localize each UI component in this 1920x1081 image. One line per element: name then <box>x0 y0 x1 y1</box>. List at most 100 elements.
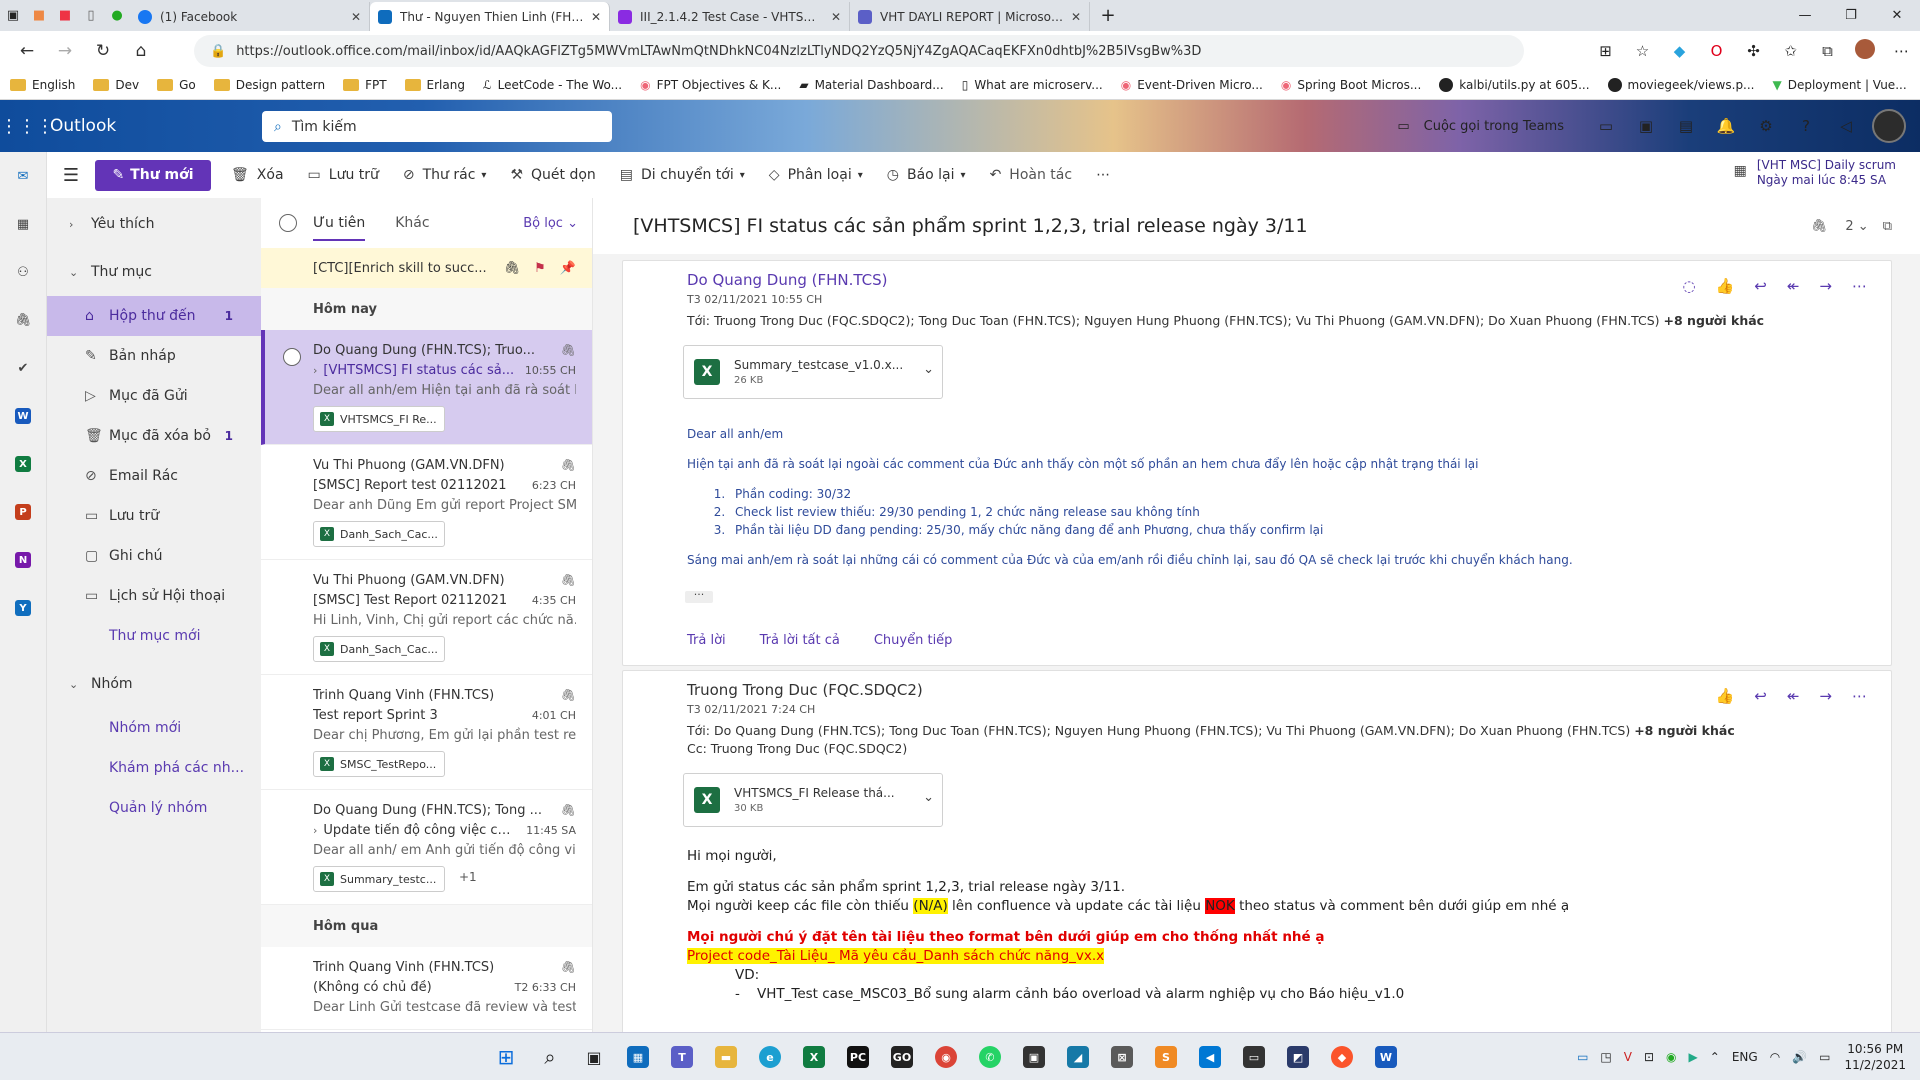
message-item[interactable]: Trinh Quang Vinh (FHN.TCS) 🖇 Test report … <box>261 675 592 790</box>
teams-call-button[interactable]: ▭ Cuộc gọi trong Teams <box>1397 119 1564 134</box>
search-input[interactable]: ⌕ Tìm kiếm <box>262 111 612 142</box>
puzzle-icon[interactable]: ✣ <box>1735 42 1772 60</box>
tray-icon[interactable]: ▭ <box>1577 1050 1588 1064</box>
like-icon[interactable]: 👍 <box>1716 277 1735 295</box>
postman-icon[interactable]: ▣ <box>1012 1037 1056 1077</box>
loop-icon[interactable]: ◌ <box>1682 277 1695 295</box>
word-icon[interactable]: W <box>0 392 46 440</box>
yammer-icon[interactable]: Y <box>0 584 46 632</box>
attachment-count[interactable]: 🖇 2 ⌄ <box>1811 219 1869 234</box>
bookmark-item[interactable]: ◉ Event-Driven Micro... <box>1121 78 1263 92</box>
new-folder-link[interactable]: Thư mục mới <box>47 616 261 656</box>
close-tab-icon[interactable]: ✕ <box>591 10 601 24</box>
flag-icon[interactable]: ⚑ <box>534 261 546 276</box>
chat-icon[interactable]: ▭ <box>1586 117 1626 135</box>
wifi-icon[interactable]: ◠ <box>1770 1050 1780 1064</box>
pinned-tab-1[interactable]: ■ <box>26 0 52 31</box>
back-icon[interactable]: ← <box>8 35 46 67</box>
forward-link[interactable]: Chuyển tiếp <box>874 633 953 648</box>
mail-icon[interactable]: ✉ <box>0 152 46 200</box>
opera-icon[interactable]: O <box>1698 42 1735 60</box>
file-attachment[interactable]: X VHTSMCS_FI Release thá... 30 KB ⌄ <box>683 773 943 827</box>
app-grid-icon[interactable]: ⊞ <box>1587 42 1624 60</box>
app-launcher-icon[interactable]: ⋮⋮⋮ <box>0 116 54 137</box>
select-checkbox[interactable] <box>283 348 301 366</box>
show-quoted-button[interactable]: ··· <box>685 589 713 603</box>
favorites-section[interactable]: › Yêu thích <box>47 200 261 248</box>
message-item[interactable]: Trinh Quang Vinh (FHN.TCS) 🖇 (Không có ch… <box>261 947 592 1030</box>
edge-icon[interactable]: e <box>748 1037 792 1077</box>
search-icon[interactable]: ⌕ <box>528 1037 572 1077</box>
filter-button[interactable]: Bộ lọc ⌄ <box>523 216 578 231</box>
excel-icon[interactable]: X <box>792 1037 836 1077</box>
battery-icon[interactable]: ▭ <box>1819 1050 1830 1064</box>
browser-tab-facebook[interactable]: (1) Facebook ✕ <box>130 2 370 31</box>
tool-icon[interactable]: ⊠ <box>1100 1037 1144 1077</box>
folder-drafts[interactable]: ✎ Bản nháp <box>47 336 261 376</box>
wireshark-icon[interactable]: ◢ <box>1056 1037 1100 1077</box>
browser-tab-outlook[interactable]: Thư - Nguyen Thien Linh (FHN.TCS)✕ <box>370 2 610 31</box>
profile-avatar[interactable] <box>1846 39 1883 63</box>
attachment-chip[interactable]: X Summary_testc... <box>313 866 445 892</box>
reply-icon[interactable]: ↩ <box>1754 277 1767 295</box>
chevron-down-icon[interactable]: ⌄ <box>923 362 934 377</box>
close-window-icon[interactable]: ✕ <box>1874 0 1920 31</box>
delete-button[interactable]: 🗑 Xóa <box>231 167 284 183</box>
calendar-icon[interactable]: ▦ <box>0 200 46 248</box>
teams-chat-icon[interactable]: T <box>660 1037 704 1077</box>
reply-all-icon[interactable]: ↞ <box>1787 277 1800 295</box>
feedback-icon[interactable]: ◁ <box>1826 117 1866 135</box>
close-tab-icon[interactable]: ✕ <box>831 10 841 24</box>
snooze-button[interactable]: ◷ Báo lại ▾ <box>887 167 966 183</box>
tray-icon[interactable]: ▶ <box>1689 1050 1698 1064</box>
excel-icon[interactable]: X <box>0 440 46 488</box>
sender-name[interactable]: Truong Trong Duc (FQC.SDQC2) <box>687 681 923 699</box>
new-tab-button[interactable]: + <box>1090 0 1126 31</box>
extension-icon[interactable]: ◆ <box>1661 42 1698 60</box>
bookmark-item[interactable]: FPT <box>343 78 387 92</box>
groups-section[interactable]: ⌄ Nhóm <box>47 660 261 708</box>
url-field[interactable]: 🔒 https://outlook.office.com/mail/inbox/i… <box>194 35 1524 67</box>
help-icon[interactable]: ? <box>1786 117 1826 135</box>
bookmark-item[interactable]: ℒ LeetCode - The Wo... <box>483 78 622 92</box>
tray-icon[interactable]: ⊡ <box>1644 1050 1654 1064</box>
sublime-icon[interactable]: S <box>1144 1037 1188 1077</box>
todo-icon[interactable]: ✔ <box>0 344 46 392</box>
powerpoint-icon[interactable]: P <box>0 488 46 536</box>
minimize-icon[interactable]: — <box>1782 0 1828 31</box>
close-tab-icon[interactable]: ✕ <box>351 10 361 24</box>
new-group-link[interactable]: Nhóm mới <box>47 708 261 748</box>
favorites-icon[interactable]: ✩ <box>1772 42 1809 60</box>
start-icon[interactable]: ⊞ <box>484 1037 528 1077</box>
bookmark-item[interactable]: moviegeek/views.p... <box>1607 78 1755 92</box>
folder-notes[interactable]: ▢ Ghi chú <box>47 536 261 576</box>
like-icon[interactable]: 👍 <box>1716 687 1735 705</box>
chevron-down-icon[interactable]: ⌄ <box>923 790 934 805</box>
task-view-icon[interactable]: ▣ <box>572 1037 616 1077</box>
forward-icon[interactable]: → <box>1819 687 1832 705</box>
archive-button[interactable]: ▭ Lưu trữ <box>308 167 379 183</box>
select-all-checkbox[interactable] <box>279 214 297 232</box>
pycharm-icon[interactable]: PC <box>836 1037 880 1077</box>
upcoming-reminder[interactable]: ▦ [VHT MSC] Daily scrum Ngày mai lúc 8:45 … <box>1734 158 1896 188</box>
attachment-chip[interactable]: X SMSC_TestRepo... <box>313 751 445 777</box>
pinned-message[interactable]: [CTC][Enrich skill to succ... 🖇 ⚑ 📌 <box>261 248 592 288</box>
pin-icon[interactable]: 📌 <box>560 261 576 276</box>
popout-icon[interactable]: ⧉ <box>1883 219 1892 234</box>
tab-other[interactable]: Khác <box>395 215 429 231</box>
tray-icon[interactable]: V <box>1624 1050 1632 1064</box>
bookmark-item[interactable]: English <box>10 78 75 92</box>
outlook-brand[interactable]: Outlook <box>50 116 258 136</box>
message-item[interactable]: Vu Thi Phuong (GAM.VN.DFN) 🖇 [SMSC] Repor… <box>261 445 592 560</box>
undo-button[interactable]: ↶ Hoàn tác <box>990 167 1073 183</box>
attachment-chip[interactable]: X Danh_Sach_Cac... <box>313 521 445 547</box>
app-icon[interactable]: ◩ <box>1276 1037 1320 1077</box>
new-mail-button[interactable]: ✎ Thư mới <box>95 159 211 191</box>
browser-tab-teams[interactable]: VHT DAYLI REPORT | Microsoft Teams✕ <box>850 2 1090 31</box>
folder-archive[interactable]: ▭ Lưu trữ <box>47 496 261 536</box>
reply-all-icon[interactable]: ↞ <box>1787 687 1800 705</box>
calendar-check-icon[interactable]: ▤ <box>1666 117 1706 135</box>
file-attachment[interactable]: X Summary_testcase_v1.0.x... 26 KB ⌄ <box>683 345 943 399</box>
chevron-right-icon[interactable]: › <box>313 364 317 377</box>
office-icon[interactable]: ▣ <box>1626 117 1666 135</box>
